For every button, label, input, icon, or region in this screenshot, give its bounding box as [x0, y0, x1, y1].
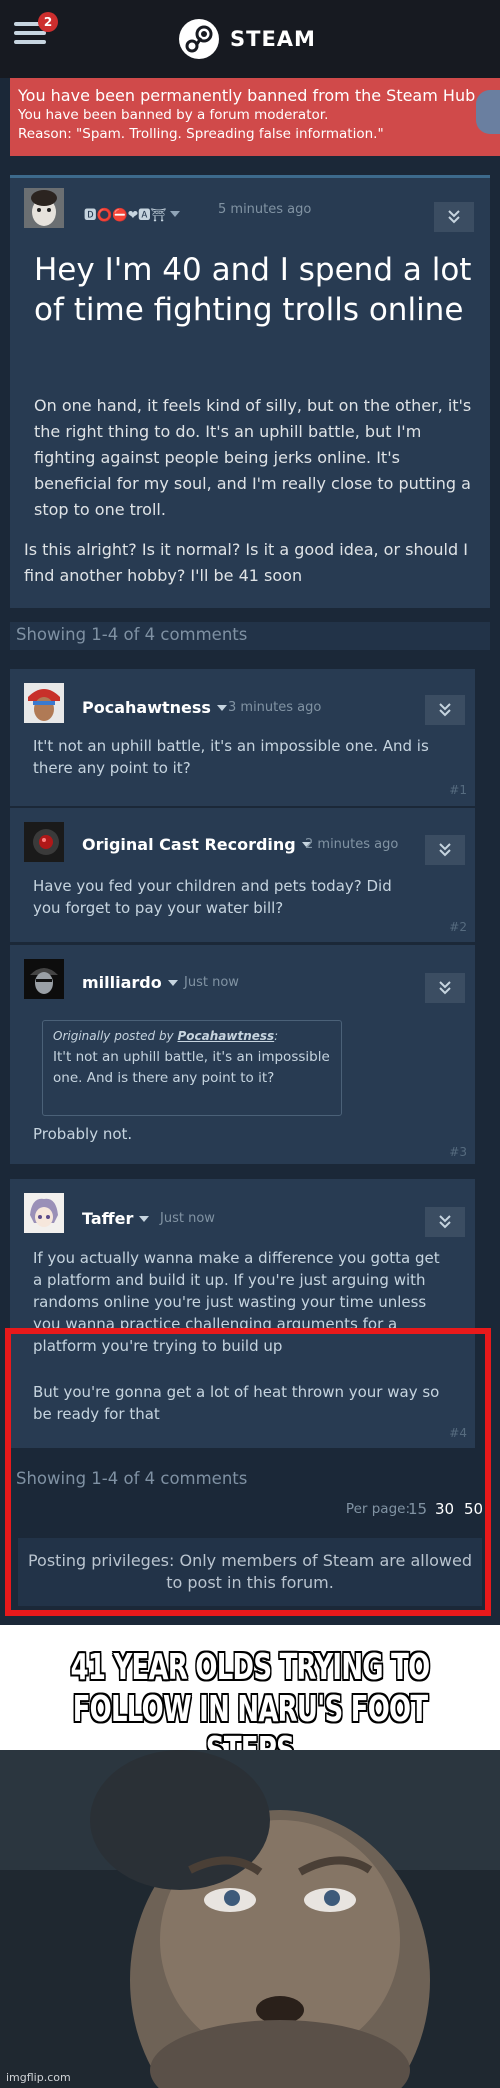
ban-notice: You have been permanently banned from th… [10, 78, 500, 156]
ban-notice-title: You have been permanently banned from th… [18, 86, 481, 105]
comment-number[interactable]: #3 [449, 1145, 467, 1159]
ban-notice-reason: Reason: "Spam. Trolling. Spreading false… [18, 126, 384, 142]
steam-logo-text: STEAM [230, 27, 316, 51]
collapse-button[interactable] [434, 202, 474, 232]
double-chevron-down-icon [439, 981, 451, 995]
double-chevron-down-icon [439, 703, 451, 717]
double-chevron-down-icon [439, 1215, 451, 1229]
post-author-name: 🅳⭕⛔❤🅰⛩ [84, 207, 167, 222]
steam-logo[interactable]: STEAM [178, 16, 316, 62]
comment-author-name: milliardo [82, 973, 162, 992]
comment-timestamp: Just now [160, 1211, 215, 1226]
comment-author[interactable]: Pocahawtness [82, 698, 227, 717]
collapse-button[interactable] [425, 835, 465, 865]
imgflip-watermark: imgflip.com [6, 2071, 71, 2084]
comment-author-name: Original Cast Recording [82, 835, 296, 854]
avatar[interactable] [24, 959, 64, 999]
post-body: On one hand, it feels kind of silly, but… [34, 396, 472, 519]
comment-number[interactable]: #2 [449, 920, 467, 934]
steam-logo-icon [179, 19, 219, 59]
comment-author-name: Taffer [82, 1209, 134, 1228]
post-timestamp: 5 minutes ago [218, 202, 312, 217]
double-chevron-down-icon [448, 210, 460, 224]
comment-author[interactable]: milliardo [82, 973, 178, 992]
post-question: Is this alright? Is it normal? Is it a g… [24, 540, 468, 585]
comment-number[interactable]: #1 [449, 783, 467, 797]
post-title: Hey I'm 40 and I spend a lot of time fig… [34, 252, 472, 328]
avatar[interactable] [24, 1193, 64, 1233]
steam-forum-page: 2 STEAM You have been permanently banned… [0, 0, 500, 1625]
comment-timestamp: Just now [184, 975, 239, 990]
quoted-comment: Originally posted by Pocahawtness: It't … [42, 1020, 342, 1116]
quote-text: It't not an uphill battle, it's an impos… [53, 1049, 330, 1086]
collapse-button[interactable] [425, 695, 465, 725]
man-looking-up-image [0, 1750, 500, 2088]
caret-down-icon [170, 210, 181, 217]
top-bar: 2 STEAM [0, 0, 500, 78]
comment-author-name: Pocahawtness [82, 698, 211, 717]
ban-notice-detail: You have been banned by a forum moderato… [18, 107, 329, 123]
post-author[interactable]: 🅳⭕⛔❤🅰⛩ [84, 204, 181, 223]
comment: Original Cast Recording 2 minutes ago Ha… [10, 807, 475, 942]
collapse-button[interactable] [425, 973, 465, 1003]
notification-badge[interactable]: 2 [38, 12, 58, 32]
comment: Pocahawtness 3 minutes ago It't not an u… [10, 668, 475, 806]
comment-timestamp: 2 minutes ago [305, 837, 399, 852]
caret-down-icon [216, 704, 227, 711]
comment-text: Probably not. [33, 1125, 133, 1143]
avatar[interactable] [24, 683, 64, 723]
quote-prefix: Originally posted by [53, 1029, 174, 1043]
comment-text: It't not an uphill battle, it's an impos… [33, 737, 429, 777]
comment-author[interactable]: Taffer [82, 1209, 150, 1228]
comment-text: Have you fed your children and pets toda… [33, 877, 392, 917]
caret-down-icon [167, 979, 178, 986]
highlight-box [5, 1328, 491, 1616]
comment: milliardo Just now Originally posted by … [10, 944, 475, 1164]
meme-caption: 41 YEAR OLDS TRYING TO FOLLOW IN NARU'S … [0, 1625, 500, 1771]
quote-attribution: Originally posted by Pocahawtness: [53, 1029, 279, 1043]
meme-caption-line-1: 41 YEAR OLDS TRYING TO [70, 1647, 431, 1688]
showing-comments-top: Showing 1-4 of 4 comments [10, 622, 490, 650]
avatar[interactable] [24, 822, 64, 862]
collapse-button[interactable] [425, 1207, 465, 1237]
comment-timestamp: 3 minutes ago [228, 700, 322, 715]
reaction-photo: imgflip.com [0, 1750, 500, 2088]
comment-author[interactable]: Original Cast Recording [82, 835, 312, 854]
caret-down-icon [139, 1215, 150, 1222]
avatar[interactable] [24, 188, 64, 228]
side-tab[interactable] [476, 90, 500, 134]
double-chevron-down-icon [439, 843, 451, 857]
quote-author-link[interactable]: Pocahawtness [177, 1029, 274, 1043]
